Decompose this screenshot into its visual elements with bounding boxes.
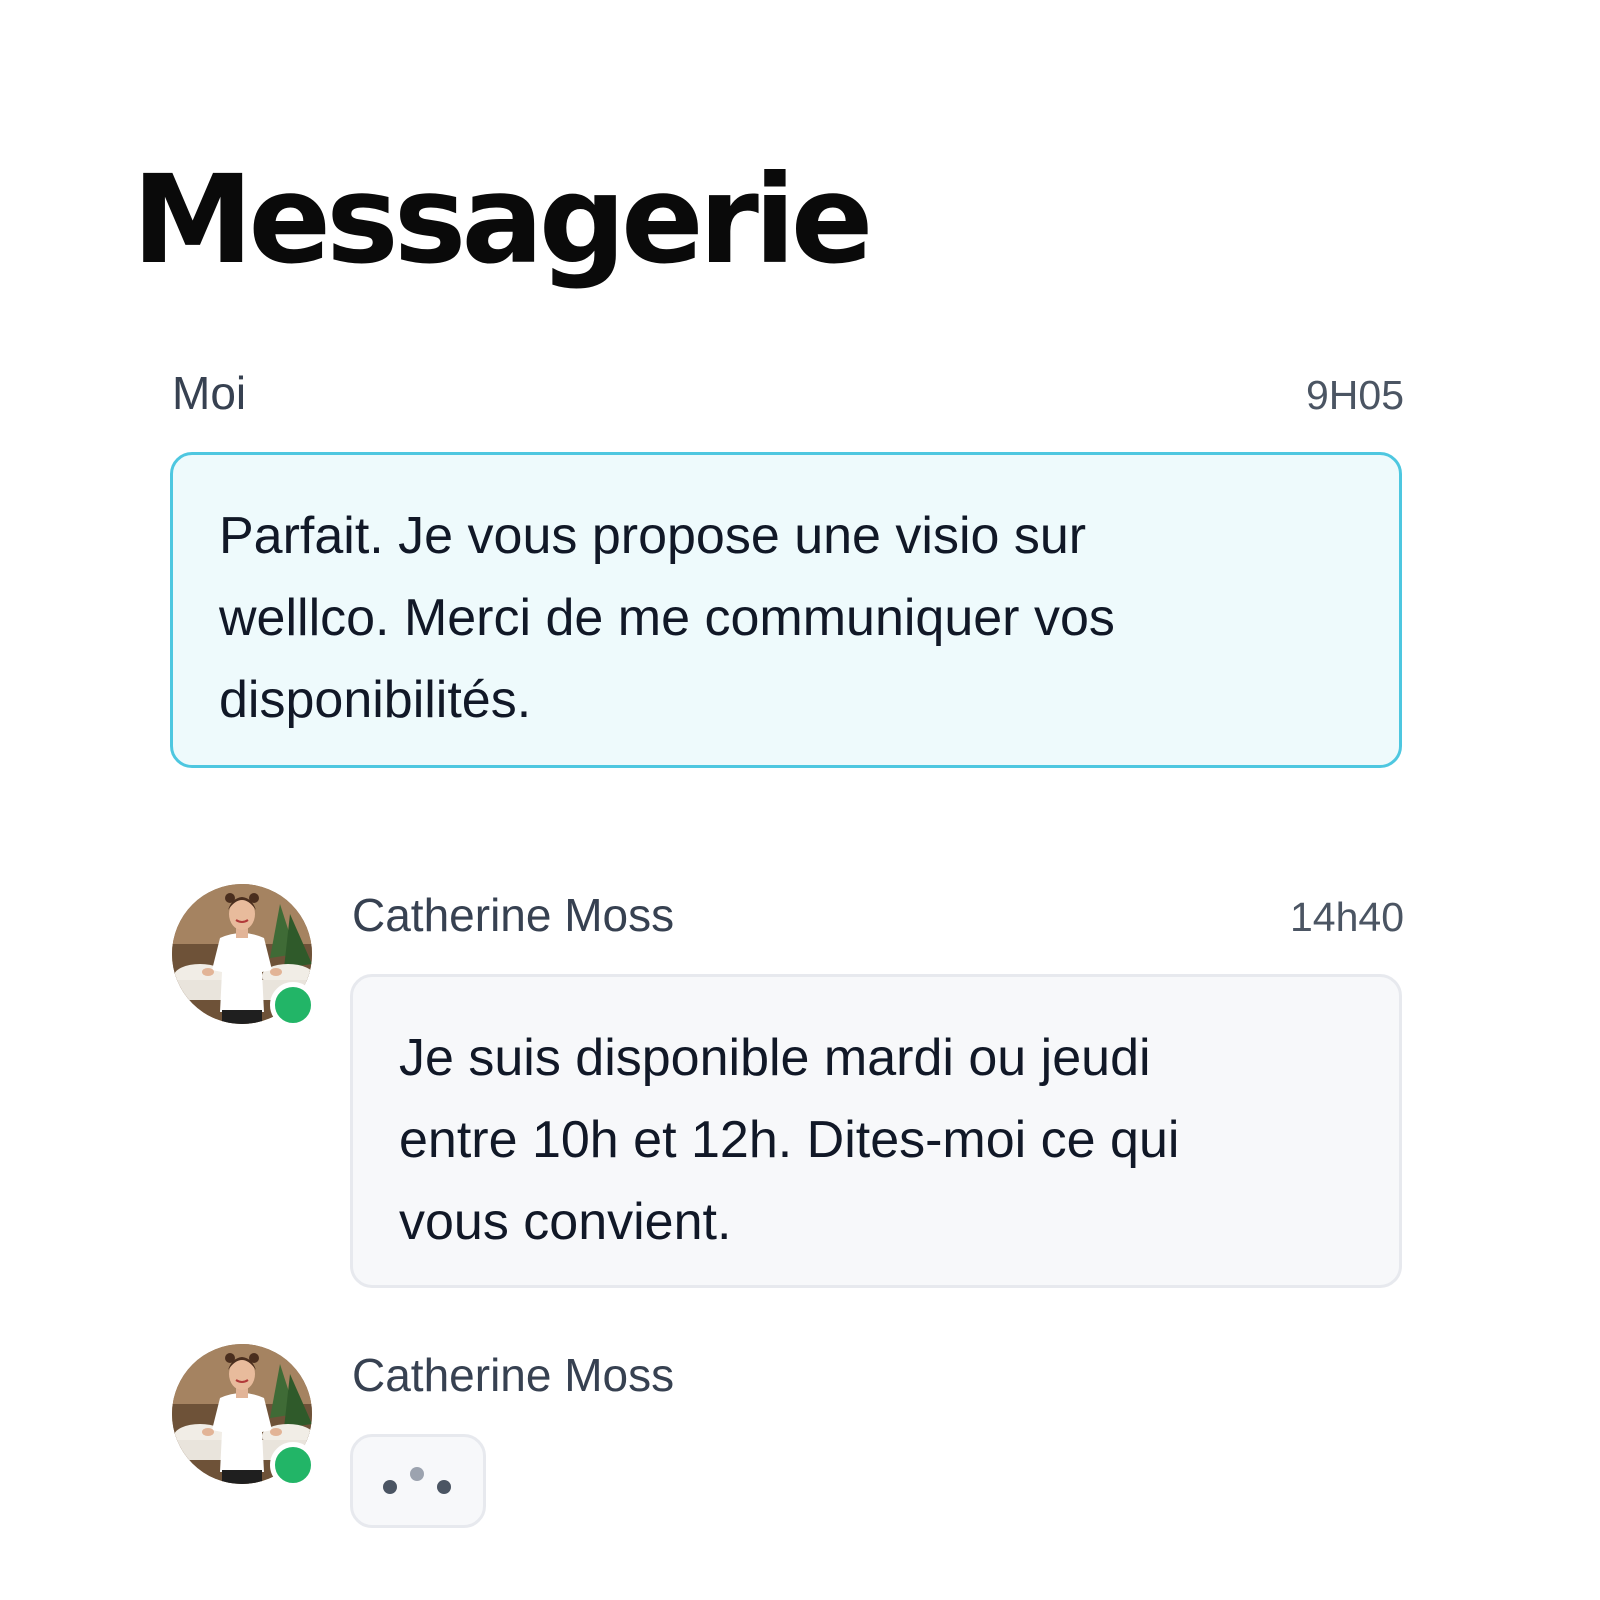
sender-name: Catherine Moss bbox=[352, 889, 675, 941]
typing-dot-icon bbox=[410, 1467, 424, 1481]
message-bubble-me[interactable]: Parfait. Je vous propose une visio sur w… bbox=[170, 452, 1402, 768]
typing-indicator bbox=[350, 1434, 486, 1528]
typing-header: Catherine Moss bbox=[352, 1348, 1404, 1402]
online-status-icon bbox=[270, 1442, 316, 1488]
message-text: Je suis disponible mardi ou jeudi entre … bbox=[399, 1029, 1180, 1251]
avatar[interactable] bbox=[172, 1344, 316, 1488]
typing-dot-icon bbox=[383, 1480, 397, 1494]
typing-dot-icon bbox=[437, 1480, 451, 1494]
message-bubble-other[interactable]: Je suis disponible mardi ou jeudi entre … bbox=[350, 974, 1402, 1288]
avatar[interactable] bbox=[172, 884, 316, 1028]
online-status-icon bbox=[270, 982, 316, 1028]
sender-name: Catherine Moss bbox=[352, 1349, 675, 1401]
message-text: Parfait. Je vous propose une visio sur w… bbox=[219, 507, 1115, 729]
message-timestamp: 9H05 bbox=[1305, 372, 1404, 418]
sender-name: Moi bbox=[172, 367, 247, 419]
message-timestamp: 14h40 bbox=[1289, 894, 1404, 940]
message-header-other: Catherine Moss 14h40 bbox=[352, 888, 1404, 942]
message-header-me: Moi 9H05 bbox=[172, 366, 1404, 420]
page-title: Messagerie bbox=[132, 149, 874, 291]
